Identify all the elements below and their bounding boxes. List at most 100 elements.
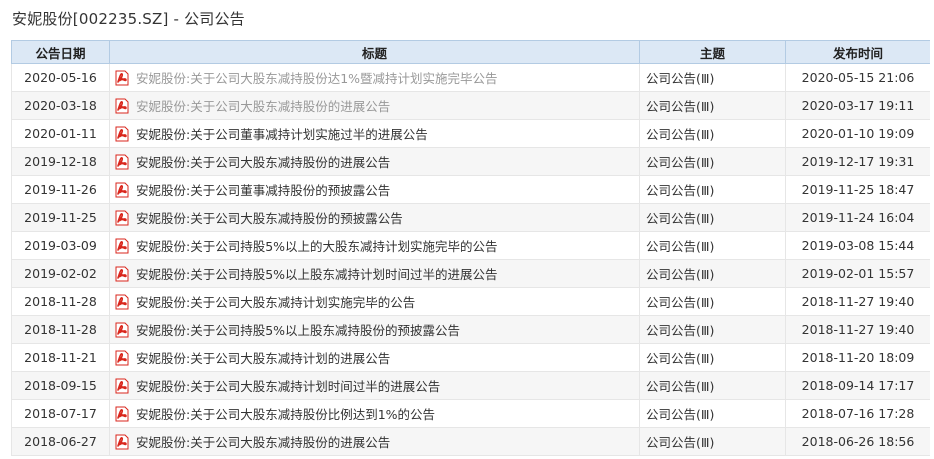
announcement-topic: 公司公告(Ⅲ) bbox=[639, 259, 786, 288]
table-row: 2018-11-21 安妮股份:关于公司大股东减持计划的进展公告 公司公告(Ⅲ)… bbox=[11, 343, 930, 372]
announcement-date: 2018-11-28 bbox=[11, 287, 110, 316]
table-body: 2020-05-16 安妮股份:关于公司大股东减持股份达1%暨减持计划实施完毕公… bbox=[11, 63, 930, 456]
announcement-title-link[interactable]: 安妮股份:关于公司大股东减持股份达1%暨减持计划实施完毕公告 bbox=[136, 71, 498, 86]
announcement-date: 2019-03-09 bbox=[11, 231, 110, 260]
table-row: 2018-11-28 安妮股份:关于公司大股东减持计划实施完毕的公告 公司公告(… bbox=[11, 287, 930, 316]
announcement-date: 2020-05-16 bbox=[11, 63, 110, 92]
announcement-title-link[interactable]: 安妮股份:关于公司董事减持股份的预披露公告 bbox=[136, 183, 390, 198]
announcement-title-cell: 安妮股份:关于公司大股东减持股份比例达到1%的公告 bbox=[109, 399, 640, 428]
announcement-title-cell: 安妮股份:关于公司大股东减持股份的预披露公告 bbox=[109, 203, 640, 232]
announcement-title-link[interactable]: 安妮股份:关于公司持股5%以上股东减持计划时间过半的进展公告 bbox=[136, 267, 498, 282]
announcement-title-cell: 安妮股份:关于公司大股东减持计划时间过半的进展公告 bbox=[109, 371, 640, 400]
pdf-icon[interactable] bbox=[114, 350, 130, 366]
announcement-topic: 公司公告(Ⅲ) bbox=[639, 91, 786, 120]
table-row: 2019-12-18 安妮股份:关于公司大股东减持股份的进展公告 公司公告(Ⅲ)… bbox=[11, 147, 930, 176]
announcement-publish-time: 2019-03-08 15:44 bbox=[785, 231, 930, 260]
announcement-publish-time: 2020-05-15 21:06 bbox=[785, 63, 930, 92]
announcement-title-link[interactable]: 安妮股份:关于公司大股东减持股份的进展公告 bbox=[136, 435, 390, 450]
announcement-title-link[interactable]: 安妮股份:关于公司大股东减持股份的进展公告 bbox=[136, 99, 390, 114]
pdf-icon[interactable] bbox=[114, 294, 130, 310]
announcement-date: 2019-11-25 bbox=[11, 203, 110, 232]
announcement-date: 2020-03-18 bbox=[11, 91, 110, 120]
announcement-publish-time: 2019-11-24 16:04 bbox=[785, 203, 930, 232]
pdf-icon[interactable] bbox=[114, 126, 130, 142]
announcement-date: 2018-06-27 bbox=[11, 427, 110, 456]
announcement-topic: 公司公告(Ⅲ) bbox=[639, 287, 786, 316]
pdf-icon[interactable] bbox=[114, 266, 130, 282]
table-row: 2018-06-27 安妮股份:关于公司大股东减持股份的进展公告 公司公告(Ⅲ)… bbox=[11, 427, 930, 456]
table-row: 2020-03-18 安妮股份:关于公司大股东减持股份的进展公告 公司公告(Ⅲ)… bbox=[11, 91, 930, 120]
announcement-publish-time: 2018-06-26 18:56 bbox=[785, 427, 930, 456]
announcement-title-link[interactable]: 安妮股份:关于公司大股东减持计划实施完毕的公告 bbox=[136, 295, 415, 310]
pdf-icon[interactable] bbox=[114, 182, 130, 198]
announcement-publish-time: 2019-11-25 18:47 bbox=[785, 175, 930, 204]
announcement-title-link[interactable]: 安妮股份:关于公司大股东减持股份的进展公告 bbox=[136, 155, 390, 170]
announcement-title-cell: 安妮股份:关于公司董事减持股份的预披露公告 bbox=[109, 175, 640, 204]
announcement-publish-time: 2018-09-14 17:17 bbox=[785, 371, 930, 400]
announcement-topic: 公司公告(Ⅲ) bbox=[639, 427, 786, 456]
announcement-publish-time: 2018-11-27 19:40 bbox=[785, 287, 930, 316]
announcement-topic: 公司公告(Ⅲ) bbox=[639, 203, 786, 232]
announcement-topic: 公司公告(Ⅲ) bbox=[639, 231, 786, 260]
column-header-time[interactable]: 发布时间 bbox=[785, 40, 930, 64]
announcement-title-link[interactable]: 安妮股份:关于公司大股东减持股份比例达到1%的公告 bbox=[136, 407, 435, 422]
announcement-title-cell: 安妮股份:关于公司持股5%以上的大股东减持计划实施完毕的公告 bbox=[109, 231, 640, 260]
pdf-icon[interactable] bbox=[114, 154, 130, 170]
announcement-date: 2018-11-21 bbox=[11, 343, 110, 372]
column-header-topic[interactable]: 主题 bbox=[639, 40, 786, 64]
table-row: 2019-02-02 安妮股份:关于公司持股5%以上股东减持计划时间过半的进展公… bbox=[11, 259, 930, 288]
announcement-date: 2019-11-26 bbox=[11, 175, 110, 204]
table-row: 2018-09-15 安妮股份:关于公司大股东减持计划时间过半的进展公告 公司公… bbox=[11, 371, 930, 400]
pdf-icon[interactable] bbox=[114, 98, 130, 114]
announcement-title-cell: 安妮股份:关于公司大股东减持计划的进展公告 bbox=[109, 343, 640, 372]
announcement-topic: 公司公告(Ⅲ) bbox=[639, 399, 786, 428]
pdf-icon[interactable] bbox=[114, 322, 130, 338]
announcement-title-cell: 安妮股份:关于公司大股东减持股份达1%暨减持计划实施完毕公告 bbox=[109, 63, 640, 92]
announcement-title-link[interactable]: 安妮股份:关于公司持股5%以上股东减持股份的预披露公告 bbox=[136, 323, 460, 338]
announcement-publish-time: 2020-03-17 19:11 bbox=[785, 91, 930, 120]
table-row: 2019-11-26 安妮股份:关于公司董事减持股份的预披露公告 公司公告(Ⅲ)… bbox=[11, 175, 930, 204]
pdf-icon[interactable] bbox=[114, 210, 130, 226]
announcement-publish-time: 2020-01-10 19:09 bbox=[785, 119, 930, 148]
announcement-title-link[interactable]: 安妮股份:关于公司大股东减持计划的进展公告 bbox=[136, 351, 390, 366]
pdf-icon[interactable] bbox=[114, 378, 130, 394]
pdf-icon[interactable] bbox=[114, 406, 130, 422]
pdf-icon[interactable] bbox=[114, 70, 130, 86]
table-row: 2020-05-16 安妮股份:关于公司大股东减持股份达1%暨减持计划实施完毕公… bbox=[11, 63, 930, 92]
announcement-date: 2018-11-28 bbox=[11, 315, 110, 344]
announcement-topic: 公司公告(Ⅲ) bbox=[639, 315, 786, 344]
announcement-date: 2020-01-11 bbox=[11, 119, 110, 148]
announcement-topic: 公司公告(Ⅲ) bbox=[639, 63, 786, 92]
column-header-date[interactable]: 公告日期 bbox=[11, 40, 110, 64]
announcement-title-link[interactable]: 安妮股份:关于公司大股东减持计划时间过半的进展公告 bbox=[136, 379, 440, 394]
announcement-date: 2019-12-18 bbox=[11, 147, 110, 176]
announcement-title-link[interactable]: 安妮股份:关于公司大股东减持股份的预披露公告 bbox=[136, 211, 403, 226]
pdf-icon[interactable] bbox=[114, 434, 130, 450]
announcement-table-container: 公告日期 标题 主题 发布时间 2020-05-16 安妮股份:关于公司大股东减… bbox=[11, 40, 930, 459]
table-row: 2019-11-25 安妮股份:关于公司大股东减持股份的预披露公告 公司公告(Ⅲ… bbox=[11, 203, 930, 232]
table-row: 2020-01-11 安妮股份:关于公司董事减持计划实施过半的进展公告 公司公告… bbox=[11, 119, 930, 148]
announcement-title-cell: 安妮股份:关于公司大股东减持股份的进展公告 bbox=[109, 147, 640, 176]
announcement-topic: 公司公告(Ⅲ) bbox=[639, 343, 786, 372]
header-row: 公告日期 标题 主题 发布时间 bbox=[11, 40, 930, 64]
pdf-icon[interactable] bbox=[114, 238, 130, 254]
announcement-publish-time: 2018-11-20 18:09 bbox=[785, 343, 930, 372]
announcement-publish-time: 2019-02-01 15:57 bbox=[785, 259, 930, 288]
announcement-title-link[interactable]: 安妮股份:关于公司董事减持计划实施过半的进展公告 bbox=[136, 127, 428, 142]
announcement-date: 2018-09-15 bbox=[11, 371, 110, 400]
announcement-topic: 公司公告(Ⅲ) bbox=[639, 119, 786, 148]
announcement-date: 2019-02-02 bbox=[11, 259, 110, 288]
announcement-title-cell: 安妮股份:关于公司大股东减持计划实施完毕的公告 bbox=[109, 287, 640, 316]
table-row: 2018-07-17 安妮股份:关于公司大股东减持股份比例达到1%的公告 公司公… bbox=[11, 399, 930, 428]
announcement-publish-time: 2019-12-17 19:31 bbox=[785, 147, 930, 176]
announcement-title-link[interactable]: 安妮股份:关于公司持股5%以上的大股东减持计划实施完毕的公告 bbox=[136, 239, 498, 254]
announcement-table: 公告日期 标题 主题 发布时间 2020-05-16 安妮股份:关于公司大股东减… bbox=[11, 40, 930, 456]
announcement-title-cell: 安妮股份:关于公司持股5%以上股东减持股份的预披露公告 bbox=[109, 315, 640, 344]
announcement-publish-time: 2018-07-16 17:28 bbox=[785, 399, 930, 428]
page-title: 安妮股份[002235.SZ] - 公司公告 bbox=[12, 10, 245, 28]
column-header-title[interactable]: 标题 bbox=[109, 40, 640, 64]
table-row: 2019-03-09 安妮股份:关于公司持股5%以上的大股东减持计划实施完毕的公… bbox=[11, 231, 930, 260]
announcement-title-cell: 安妮股份:关于公司持股5%以上股东减持计划时间过半的进展公告 bbox=[109, 259, 640, 288]
announcement-title-cell: 安妮股份:关于公司大股东减持股份的进展公告 bbox=[109, 427, 640, 456]
announcement-date: 2018-07-17 bbox=[11, 399, 110, 428]
